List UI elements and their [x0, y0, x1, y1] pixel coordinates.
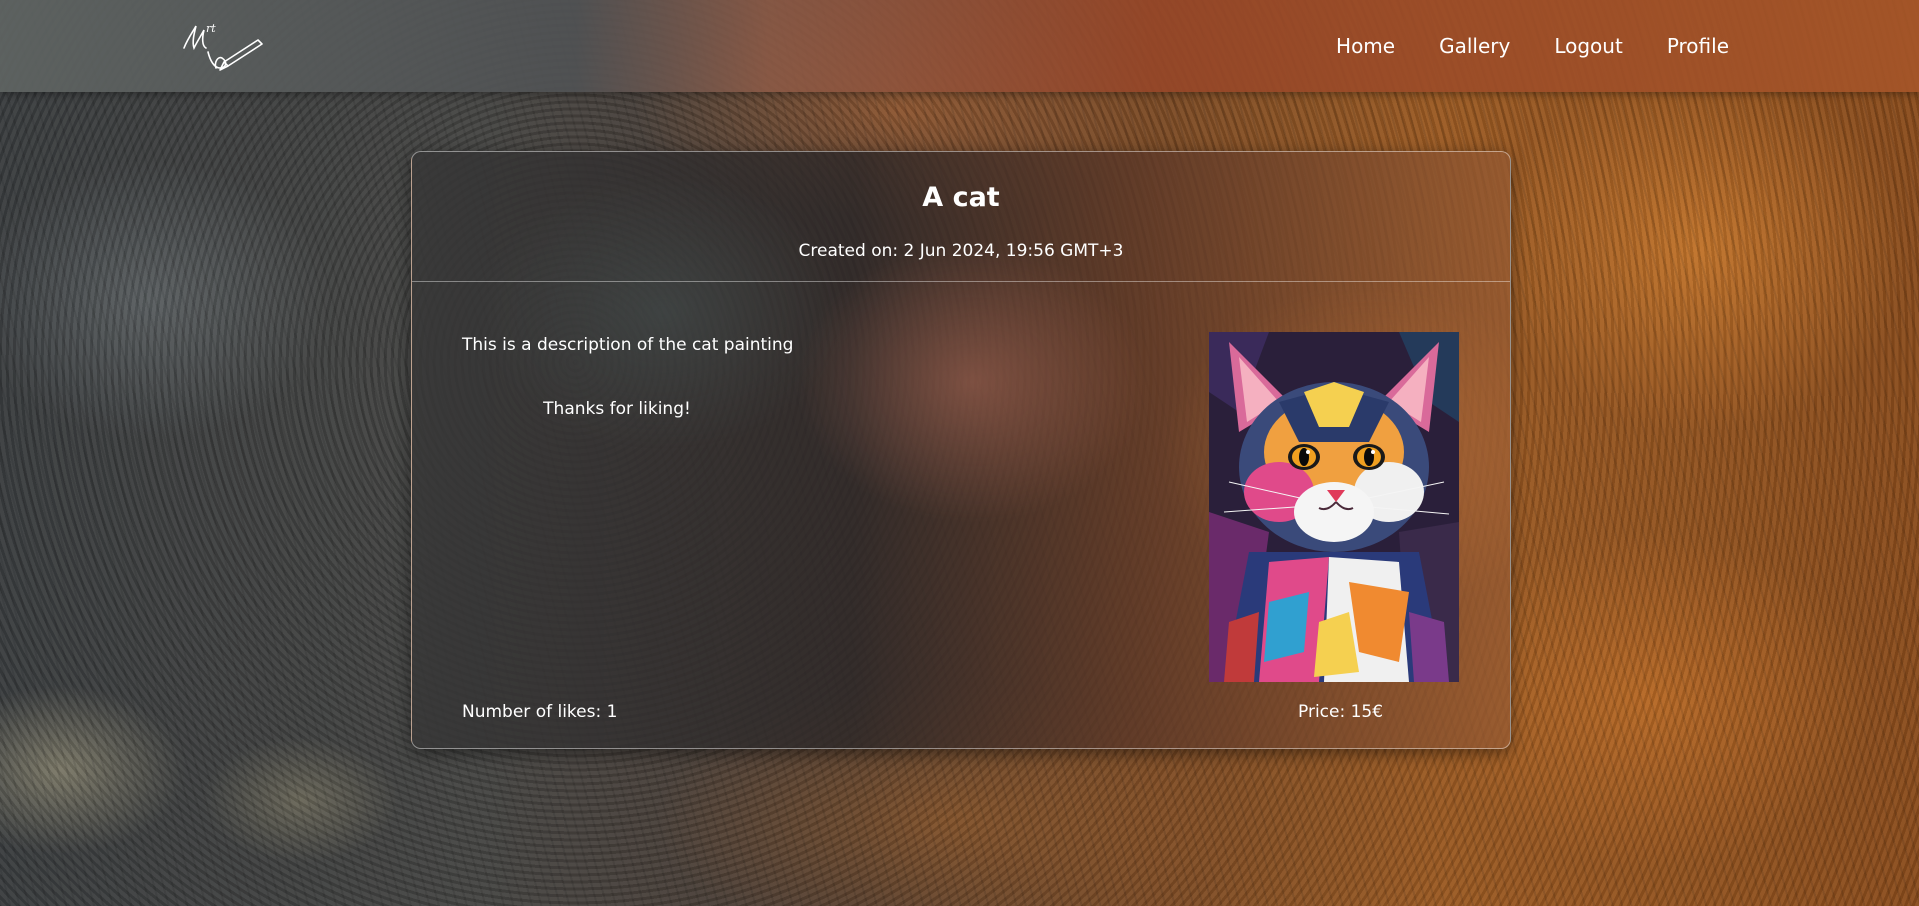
created-label: Created on: [798, 241, 899, 261]
price-value: 15€ [1350, 702, 1384, 722]
svg-text:rt: rt [206, 22, 216, 35]
main-nav: Home Gallery Logout Profile [1336, 0, 1729, 92]
nav-link-profile[interactable]: Profile [1667, 34, 1729, 58]
artwork-description: This is a description of the cat paintin… [462, 335, 794, 355]
art-brush-logo-icon: rt [183, 22, 263, 71]
nav-link-gallery[interactable]: Gallery [1439, 34, 1510, 58]
nav-link-home[interactable]: Home [1336, 34, 1395, 58]
thanks-message: Thanks for liking! [543, 399, 691, 419]
artwork-card-header: A cat Created on: 2 Jun 2024, 19:56 GMT+… [412, 152, 1510, 282]
created-date: Created on: 2 Jun 2024, 19:56 GMT+3 [412, 241, 1510, 261]
artwork-title: A cat [922, 182, 1000, 213]
artwork-card: A cat Created on: 2 Jun 2024, 19:56 GMT+… [411, 151, 1511, 749]
site-logo[interactable]: rt [180, 18, 264, 74]
top-navbar: rt Home Gallery Logout Profile [0, 0, 1919, 92]
artwork-price: Price: 15€ [1298, 702, 1383, 722]
artwork-image [1209, 332, 1459, 682]
price-label: Price: [1298, 702, 1346, 722]
nav-link-logout[interactable]: Logout [1554, 34, 1622, 58]
created-value: 2 Jun 2024, 19:56 GMT+3 [903, 241, 1124, 261]
likes-value: 1 [606, 702, 618, 722]
likes-count: Number of likes: 1 [462, 702, 617, 722]
likes-label: Number of likes: [462, 702, 602, 722]
